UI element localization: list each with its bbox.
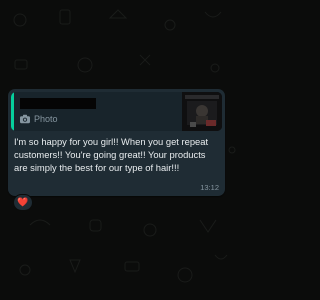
- camera-icon: [20, 114, 30, 124]
- message-timestamp: 13:12: [200, 183, 219, 192]
- quote-accent-bar: [11, 92, 14, 131]
- quoted-author-redacted: [20, 98, 96, 109]
- quoted-preview-label: Photo: [34, 114, 58, 124]
- quoted-preview: Photo: [19, 113, 58, 125]
- message-text: I'm so happy for you girl!! When you get…: [14, 136, 209, 173]
- reaction-badge[interactable]: ❤️: [13, 194, 33, 211]
- thumbnail-image: [182, 92, 222, 131]
- quoted-message[interactable]: Photo: [11, 92, 222, 131]
- quoted-photo-thumbnail: [182, 92, 222, 131]
- heart-reaction-icon: ❤️: [17, 197, 29, 207]
- message-bubble[interactable]: Photo I'm so happy for you girl!! When y…: [8, 89, 225, 196]
